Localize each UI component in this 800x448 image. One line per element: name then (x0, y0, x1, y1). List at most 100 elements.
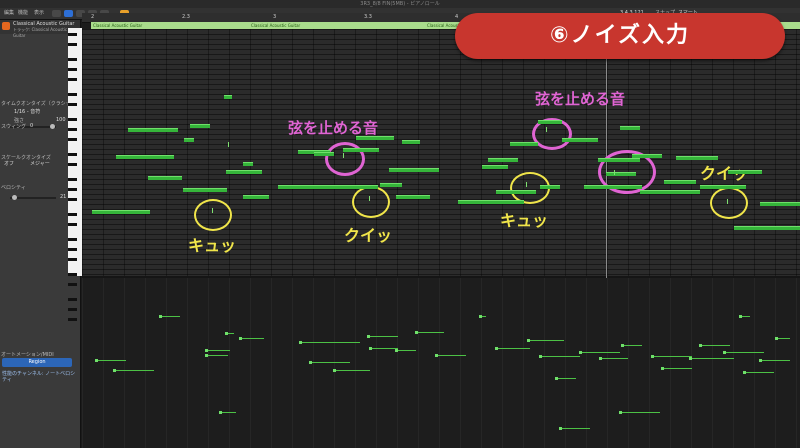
midi-note[interactable] (314, 152, 334, 156)
pencil-tool-icon[interactable] (64, 10, 73, 17)
velocity-line[interactable] (775, 337, 790, 340)
velocity-point[interactable] (621, 344, 624, 347)
midi-note[interactable] (128, 128, 178, 132)
velocity-point[interactable] (743, 371, 746, 374)
velocity-point[interactable] (309, 361, 312, 364)
black-key[interactable] (68, 153, 77, 156)
noise-note[interactable] (343, 153, 344, 158)
velocity-line[interactable] (743, 371, 774, 374)
black-key[interactable] (68, 118, 77, 121)
scale-off-select[interactable]: オフ (4, 161, 14, 167)
black-key[interactable] (68, 33, 77, 36)
velocity-line[interactable] (219, 411, 236, 414)
velocity-point[interactable] (113, 369, 116, 372)
black-key[interactable] (68, 308, 77, 311)
black-key[interactable] (68, 68, 77, 71)
time-quantize-select[interactable]: 1/16 - 音符 (14, 109, 40, 115)
velocity-point[interactable] (739, 315, 742, 318)
velocity-point[interactable] (723, 351, 726, 354)
velocity-line[interactable] (205, 354, 228, 357)
velocity-line[interactable] (95, 359, 126, 362)
black-key[interactable] (68, 283, 77, 286)
velocity-line[interactable] (113, 369, 154, 372)
velocity-point[interactable] (239, 337, 242, 340)
midi-note[interactable] (488, 158, 518, 162)
piano-keyboard[interactable] (68, 28, 82, 321)
velocity-knob[interactable] (12, 195, 17, 200)
velocity-point[interactable] (539, 355, 542, 358)
midi-note[interactable] (482, 165, 508, 169)
black-key[interactable] (68, 103, 77, 106)
midi-note[interactable] (728, 170, 762, 174)
velocity-line[interactable] (159, 315, 180, 318)
velocity-point[interactable] (225, 332, 228, 335)
midi-note[interactable] (92, 210, 150, 214)
midi-note[interactable] (396, 195, 430, 199)
velocity-line[interactable] (621, 344, 642, 347)
region-button[interactable]: Region (2, 358, 72, 367)
velocity-line[interactable] (369, 347, 398, 350)
velocity-line[interactable] (299, 341, 360, 344)
velocity-point[interactable] (599, 357, 602, 360)
black-key[interactable] (68, 58, 77, 61)
menu-edit[interactable]: 編集 (4, 9, 14, 17)
midi-note[interactable] (640, 190, 700, 194)
velocity-line[interactable] (723, 351, 764, 354)
midi-note[interactable] (148, 176, 182, 180)
black-key[interactable] (68, 258, 77, 261)
velocity-line[interactable] (759, 359, 790, 362)
strength-value[interactable]: 100 (56, 117, 66, 123)
midi-note[interactable] (184, 138, 194, 142)
midi-note[interactable] (598, 158, 640, 162)
velocity-slider[interactable] (10, 195, 56, 200)
black-key[interactable] (68, 223, 77, 226)
black-key[interactable] (68, 188, 77, 191)
velocity-point[interactable] (219, 411, 222, 414)
velocity-line[interactable] (239, 337, 264, 340)
midi-note[interactable] (402, 140, 420, 144)
midi-note[interactable] (116, 155, 174, 159)
velocity-line[interactable] (395, 349, 416, 352)
black-key[interactable] (68, 78, 77, 81)
noise-note[interactable] (546, 127, 547, 132)
midi-note[interactable] (389, 168, 439, 172)
velocity-point[interactable] (95, 359, 98, 362)
filter-icon[interactable] (52, 10, 61, 17)
velocity-line[interactable] (539, 355, 580, 358)
black-key[interactable] (68, 178, 77, 181)
strength-knob[interactable] (50, 124, 55, 129)
velocity-point[interactable] (159, 315, 162, 318)
velocity-point[interactable] (661, 367, 664, 370)
midi-note[interactable] (380, 183, 402, 187)
velocity-line[interactable] (651, 355, 692, 358)
velocity-point[interactable] (333, 369, 336, 372)
midi-note[interactable] (224, 95, 232, 99)
midi-note[interactable] (243, 162, 253, 166)
velocity-line[interactable] (661, 367, 692, 370)
menu-view[interactable]: 表示 (34, 9, 44, 17)
velocity-line[interactable] (415, 331, 444, 334)
midi-note[interactable] (606, 172, 636, 176)
midi-note[interactable] (562, 138, 598, 142)
velocity-line[interactable] (479, 315, 486, 318)
midi-note[interactable] (760, 202, 800, 206)
black-key[interactable] (68, 198, 77, 201)
velocity-point[interactable] (205, 349, 208, 352)
velocity-line[interactable] (555, 377, 576, 380)
velocity-line[interactable] (435, 354, 466, 357)
velocity-line[interactable] (333, 369, 370, 372)
velocity-point[interactable] (369, 347, 372, 350)
midi-note[interactable] (664, 180, 696, 184)
noise-note[interactable] (228, 142, 229, 147)
velocity-point[interactable] (299, 341, 302, 344)
noise-note[interactable] (369, 196, 370, 201)
velocity-point[interactable] (415, 331, 418, 334)
midi-note[interactable] (343, 148, 379, 152)
black-key[interactable] (68, 238, 77, 241)
midi-note[interactable] (620, 126, 640, 130)
black-key[interactable] (68, 128, 77, 131)
velocity-point[interactable] (555, 377, 558, 380)
midi-note[interactable] (226, 170, 262, 174)
midi-note[interactable] (540, 185, 560, 189)
velocity-line[interactable] (205, 349, 230, 352)
